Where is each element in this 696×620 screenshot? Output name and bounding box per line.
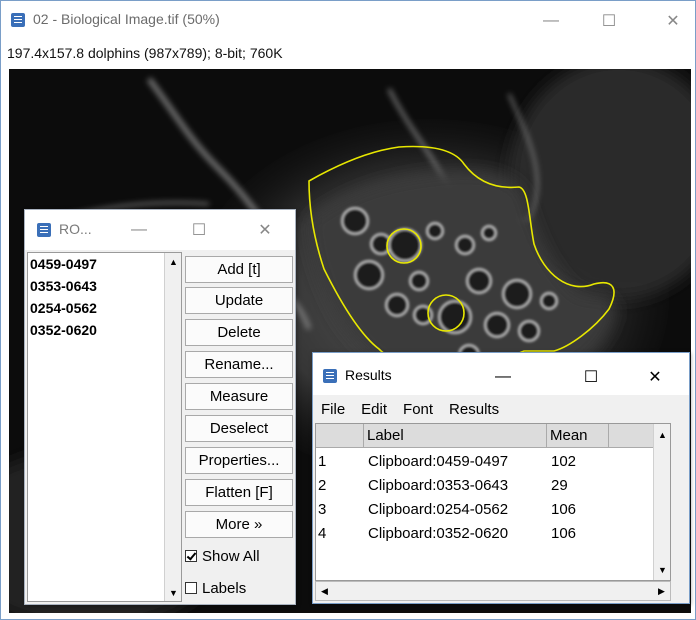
- rename-button[interactable]: Rename...: [185, 351, 293, 378]
- menu-file[interactable]: File: [313, 401, 353, 418]
- maximize-icon[interactable]: ☐: [187, 218, 211, 242]
- minimize-icon[interactable]: —: [127, 218, 151, 242]
- minimize-icon[interactable]: —: [491, 365, 515, 389]
- results-table[interactable]: Label Mean 1 Clipboard:0459-0497 102 2 C…: [315, 423, 671, 581]
- table-row[interactable]: 3 Clipboard:0254-0562 106: [316, 498, 670, 522]
- measure-button[interactable]: Measure: [185, 383, 293, 410]
- row-index: 4: [318, 525, 327, 542]
- row-index: 2: [318, 477, 327, 494]
- row-index: 3: [318, 501, 327, 518]
- column-header-blank[interactable]: [609, 424, 654, 448]
- roi-manager-title: RO...: [59, 221, 92, 237]
- window-title: 02 - Biological Image.tif (50%): [33, 11, 220, 27]
- checkbox-unchecked-icon[interactable]: [185, 582, 197, 594]
- scroll-up-icon[interactable]: ▲: [165, 253, 182, 270]
- row-label: Clipboard:0459-0497: [368, 453, 509, 470]
- roi-list-scrollbar[interactable]: ▲ ▼: [164, 253, 181, 601]
- table-row[interactable]: 2 Clipboard:0353-0643 29: [316, 474, 670, 498]
- roi-list[interactable]: 0459-0497 0353-0643 0254-0562 0352-0620 …: [27, 252, 182, 602]
- image-info-line: 197.4x157.8 dolphins (987x789); 8-bit; 7…: [7, 45, 283, 61]
- roi-list-item[interactable]: 0459-0497: [28, 253, 181, 275]
- results-menubar: File Edit Font Results: [313, 397, 689, 421]
- labels-label: Labels: [202, 579, 247, 597]
- column-header-label[interactable]: Label: [364, 424, 547, 448]
- image-window-titlebar[interactable]: 02 - Biological Image.tif (50%) — ☐ ✕: [1, 1, 695, 41]
- delete-button[interactable]: Delete: [185, 319, 293, 346]
- show-all-checkbox[interactable]: Show All: [185, 544, 260, 568]
- row-mean: 106: [551, 501, 577, 518]
- row-mean: 106: [551, 525, 577, 542]
- results-horizontal-scrollbar[interactable]: ◀ ▶: [315, 581, 671, 601]
- imagej-app-icon: [323, 369, 337, 383]
- imagej-app-icon: [11, 13, 25, 27]
- close-icon[interactable]: ✕: [661, 9, 685, 33]
- column-header-mean[interactable]: Mean: [547, 424, 609, 448]
- update-button[interactable]: Update: [185, 287, 293, 314]
- roi-manager-window: RO... — ☐ ✕ 0459-0497 0353-0643 0254-056…: [24, 209, 296, 605]
- close-icon[interactable]: ✕: [643, 365, 667, 389]
- properties-button[interactable]: Properties...: [185, 447, 293, 474]
- row-index: 1: [318, 453, 327, 470]
- results-titlebar[interactable]: Results — ☐ ✕: [313, 353, 689, 395]
- roi-list-item[interactable]: 0353-0643: [28, 275, 181, 297]
- menu-font[interactable]: Font: [395, 401, 441, 418]
- more-button[interactable]: More »: [185, 511, 293, 538]
- row-label: Clipboard:0352-0620: [368, 525, 509, 542]
- roi-list-item[interactable]: 0254-0562: [28, 297, 181, 319]
- results-vertical-scrollbar[interactable]: ▲ ▼: [653, 424, 670, 580]
- roi-list-item[interactable]: 0352-0620: [28, 319, 181, 341]
- deselect-button[interactable]: Deselect: [185, 415, 293, 442]
- results-table-header: Label Mean: [316, 424, 670, 448]
- scroll-right-icon[interactable]: ▶: [653, 583, 670, 600]
- flatten-button[interactable]: Flatten [F]: [185, 479, 293, 506]
- labels-checkbox[interactable]: Labels: [185, 576, 246, 600]
- row-label: Clipboard:0353-0643: [368, 477, 509, 494]
- scroll-down-icon[interactable]: ▼: [654, 561, 670, 578]
- menu-edit[interactable]: Edit: [353, 401, 395, 418]
- show-all-label: Show All: [202, 547, 260, 565]
- results-title: Results: [345, 367, 392, 383]
- maximize-icon[interactable]: ☐: [579, 365, 603, 389]
- results-window: Results — ☐ ✕ File Edit Font Results Lab…: [312, 352, 690, 604]
- minimize-icon[interactable]: —: [539, 9, 563, 33]
- scroll-left-icon[interactable]: ◀: [316, 583, 333, 600]
- row-label: Clipboard:0254-0562: [368, 501, 509, 518]
- close-icon[interactable]: ✕: [253, 218, 277, 242]
- menu-results[interactable]: Results: [441, 401, 507, 418]
- table-row[interactable]: 1 Clipboard:0459-0497 102: [316, 450, 670, 474]
- roi-manager-titlebar[interactable]: RO... — ☐ ✕: [25, 210, 295, 250]
- checkbox-checked-icon[interactable]: [185, 550, 197, 562]
- scroll-down-icon[interactable]: ▼: [165, 584, 182, 601]
- imagej-app-icon: [37, 223, 51, 237]
- maximize-icon[interactable]: ☐: [597, 9, 621, 33]
- row-mean: 102: [551, 453, 577, 470]
- add-button[interactable]: Add [t]: [185, 256, 293, 283]
- table-row[interactable]: 4 Clipboard:0352-0620 106: [316, 522, 670, 546]
- row-mean: 29: [551, 477, 568, 494]
- scroll-up-icon[interactable]: ▲: [654, 426, 670, 443]
- column-header-index[interactable]: [316, 424, 364, 448]
